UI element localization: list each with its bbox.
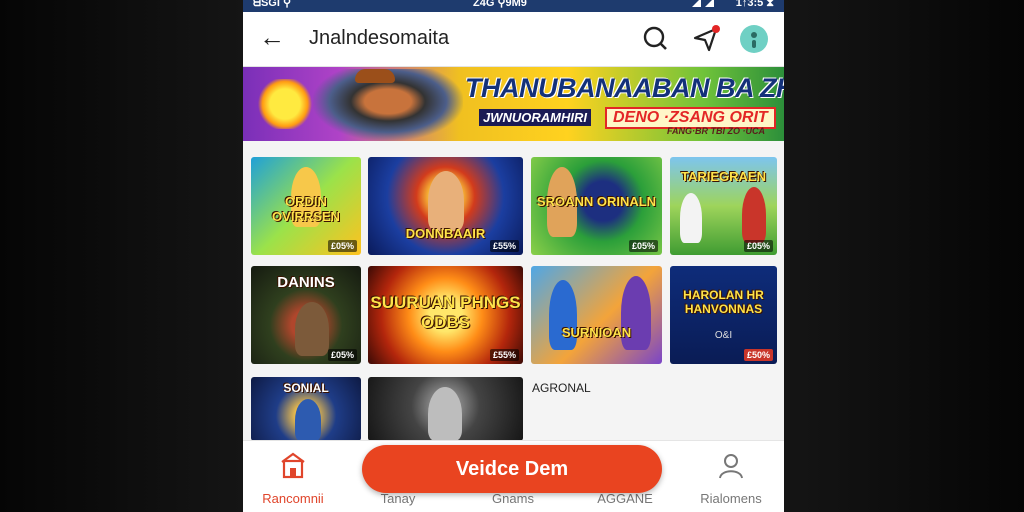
- nav-profile[interactable]: Rialomens: [686, 451, 776, 506]
- right-backdrop: [784, 0, 1024, 512]
- tile-badge: £55%: [489, 240, 519, 252]
- nav-tanay-label: Tanay: [380, 491, 416, 506]
- home-icon: [281, 452, 305, 479]
- promo-banner[interactable]: THANUBANAABAN BA ZHAD JWNUORAMHIRI DENO …: [243, 67, 784, 141]
- game-tile[interactable]: DONNBAAIR £55%: [368, 157, 523, 255]
- tile-caption: O&I: [714, 330, 733, 341]
- game-tile[interactable]: SROANN ORINALN £05%: [531, 157, 662, 255]
- person-icon: [719, 454, 743, 479]
- character-art: [680, 193, 702, 243]
- nav-games-label: Gnams: [492, 491, 534, 506]
- tile-badge: £05%: [327, 349, 357, 361]
- banner-sun-art: [257, 79, 313, 129]
- game-tile[interactable]: TARIEGRAEN £05%: [670, 157, 777, 255]
- character-art: [428, 387, 462, 441]
- tile-badge: £55%: [489, 349, 519, 361]
- profile-avatar-icon[interactable]: [739, 24, 769, 54]
- nav-home-label: Rancomnii: [262, 491, 324, 506]
- signal-icon: [692, 0, 714, 7]
- tile-badge: £05%: [743, 240, 773, 252]
- character-art: [428, 171, 464, 231]
- banner-footer: FANG·BR TBI ZO ·UCA: [667, 126, 765, 136]
- tile-title: TARIEGRAEN: [681, 168, 766, 184]
- primary-action-button[interactable]: Veidce Dem: [362, 445, 662, 493]
- tile-badge: £05%: [628, 240, 658, 252]
- phone-screen: ᗺSGI ⚲ Z4G ⚲9M9 1↑3:5 ⧗ ← Jnalndesomaita…: [243, 0, 784, 512]
- game-tile[interactable]: DANINS £05%: [251, 266, 361, 364]
- tile-badge: £05%: [327, 240, 357, 252]
- tile-title: DANINS: [277, 273, 335, 291]
- tile-title: HAROLAN HR HANVONNAS: [683, 287, 764, 316]
- tile-badge: £50%: [743, 349, 773, 361]
- back-arrow-icon[interactable]: ←: [259, 22, 285, 52]
- status-center: Z4G ⚲9M9: [473, 0, 527, 9]
- tile-title: SONIAL: [283, 380, 329, 395]
- tile-title: DONNBAAIR: [405, 225, 486, 241]
- game-tile[interactable]: HAROLAN HR HANVONNAS O&I £50%: [670, 266, 777, 364]
- page-title: Jnalndesomaita: [309, 27, 450, 49]
- app-bar: ← Jnalndesomaita: [243, 12, 784, 67]
- game-tile[interactable]: SURNIOAN: [531, 266, 662, 364]
- tile-title: SUURUAN PHNGS ODBS: [370, 293, 521, 333]
- send-notification-icon[interactable]: [691, 24, 721, 54]
- status-bar: ᗺSGI ⚲ Z4G ⚲9M9 1↑3:5 ⧗: [243, 0, 784, 12]
- character-art: [742, 187, 766, 243]
- game-tile[interactable]: SUURUAN PHNGS ODBS £55%: [368, 266, 523, 364]
- nav-aggane-label: AGGANE: [597, 491, 653, 506]
- tile-title: ORDIN OVIRRSEN: [272, 194, 340, 225]
- banner-hat-art: [355, 69, 395, 83]
- character-art: [295, 399, 321, 441]
- banner-headline: THANUBANAABAN BA ZHAD: [465, 73, 784, 103]
- game-tile[interactable]: ORDIN OVIRRSEN £05%: [251, 157, 361, 255]
- nav-home[interactable]: Rancomnii: [248, 451, 338, 506]
- game-tile[interactable]: [368, 377, 523, 441]
- nav-profile-label: Rialomens: [700, 491, 762, 506]
- left-backdrop: [0, 0, 243, 512]
- tile-title: SURNIOAN: [561, 324, 632, 340]
- character-art: [295, 302, 329, 356]
- tile-title: SROANN ORINALN: [536, 194, 657, 210]
- status-left: ᗺSGI ⚲: [253, 0, 292, 9]
- section-label: AGRONAL: [532, 381, 591, 395]
- search-icon[interactable]: [641, 24, 671, 54]
- status-right: 1↑3:5 ⧗: [735, 0, 774, 9]
- banner-subline-left: JWNUORAMHIRI: [479, 109, 591, 126]
- game-tile[interactable]: SONIAL: [251, 377, 361, 441]
